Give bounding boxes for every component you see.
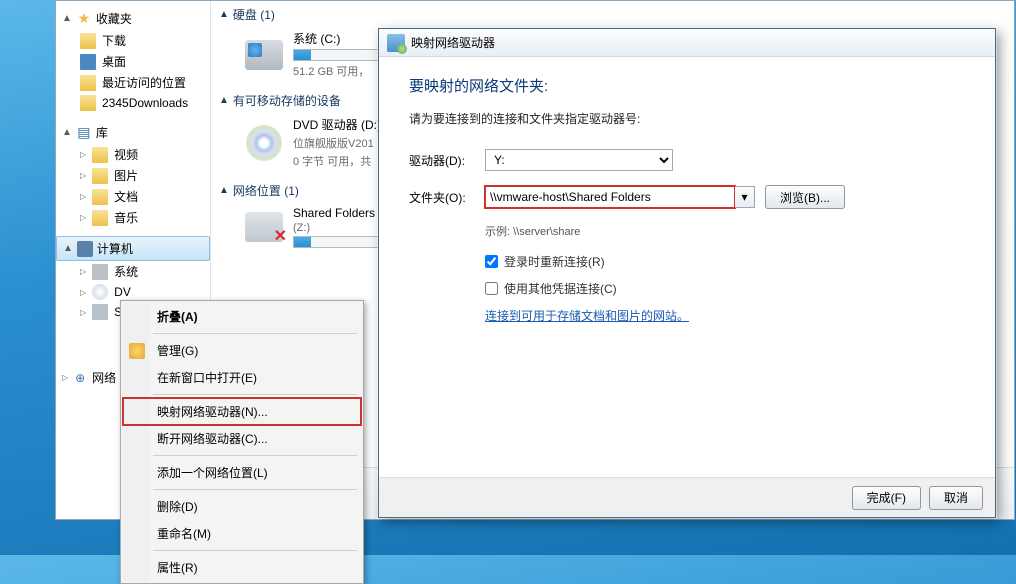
chevron-right-icon[interactable]: ▷ [80, 171, 86, 180]
network-drive-icon [92, 304, 108, 320]
sidebar-libraries-header[interactable]: ▲ ▤ 库 [56, 121, 210, 144]
chevron-down-icon[interactable]: ▲ [62, 13, 72, 24]
ctx-properties[interactable]: 属性(R) [123, 554, 361, 581]
network-drive-icon [387, 34, 405, 52]
reconnect-checkbox[interactable] [485, 255, 498, 268]
folder-label: 文件夹(O): [409, 189, 475, 206]
sidebar-item-dvd[interactable]: ▷DV [56, 282, 210, 302]
dialog-footer: 完成(F) 取消 [379, 477, 995, 517]
chevron-down-icon[interactable]: ▲ [219, 185, 229, 196]
chevron-right-icon[interactable]: ▷ [80, 308, 86, 317]
chevron-right-icon[interactable]: ▷ [62, 373, 68, 382]
chevron-down-icon[interactable]: ▲ [63, 243, 73, 254]
finish-button[interactable]: 完成(F) [852, 486, 921, 510]
sidebar-computer-header[interactable]: ▲ 计算机 [56, 236, 210, 261]
sidebar-computer-label: 计算机 [97, 240, 133, 257]
sidebar-libraries-label: 库 [96, 124, 108, 141]
browse-button[interactable]: 浏览(B)... [765, 185, 845, 209]
ctx-rename[interactable]: 重命名(M) [123, 520, 361, 547]
context-menu: 折叠(A) 管理(G) 在新窗口中打开(E) 映射网络驱动器(N)... 断开网… [120, 300, 364, 584]
chevron-down-icon[interactable]: ▲ [219, 95, 229, 106]
sidebar-item-desktop[interactable]: 桌面 [56, 51, 210, 72]
sidebar-item-downloads[interactable]: 下载 [56, 30, 210, 51]
sidebar-item-music[interactable]: ▷音乐 [56, 207, 210, 228]
folder-icon [80, 75, 96, 91]
connect-website-link[interactable]: 连接到可用于存储文档和图片的网站。 [485, 309, 689, 323]
sidebar-item-2345downloads[interactable]: 2345Downloads [56, 93, 210, 113]
dialog-titlebar: 映射网络驱动器 [379, 29, 995, 57]
folder-icon [80, 33, 96, 49]
sidebar-favorites-header[interactable]: ▲ ★ 收藏夹 [56, 7, 210, 30]
section-hdd-header[interactable]: ▲硬盘 (1) [219, 3, 1006, 26]
dvd-icon [243, 123, 285, 163]
cancel-button[interactable]: 取消 [929, 486, 983, 510]
dialog-description: 请为要连接到的连接和文件夹指定驱动器号: [409, 110, 965, 127]
ctx-delete[interactable]: 删除(D) [123, 493, 361, 520]
reconnect-checkbox-label[interactable]: 登录时重新连接(R) [485, 253, 965, 270]
sidebar-item-videos[interactable]: ▷视频 [56, 144, 210, 165]
other-credentials-checkbox-label[interactable]: 使用其他凭据连接(C) [485, 280, 965, 297]
chevron-right-icon[interactable]: ▷ [80, 288, 86, 297]
sidebar-item-recent[interactable]: 最近访问的位置 [56, 72, 210, 93]
ctx-collapse[interactable]: 折叠(A) [123, 303, 361, 330]
ctx-new-window[interactable]: 在新窗口中打开(E) [123, 364, 361, 391]
shield-icon [129, 343, 145, 359]
computer-icon [77, 241, 93, 257]
ctx-map-network-drive[interactable]: 映射网络驱动器(N)... [123, 398, 361, 425]
folder-icon [92, 147, 108, 163]
disc-icon [92, 284, 108, 300]
chevron-right-icon[interactable]: ▷ [80, 267, 86, 276]
drive-d-name: DVD 驱动器 (D:) [293, 116, 381, 133]
chevron-down-icon[interactable]: ▲ [62, 127, 72, 138]
dialog-title: 映射网络驱动器 [411, 34, 495, 51]
ctx-add-network-location[interactable]: 添加一个网络位置(L) [123, 459, 361, 486]
folder-icon [92, 210, 108, 226]
network-drive-icon [243, 207, 285, 247]
sidebar-item-pictures[interactable]: ▷图片 [56, 165, 210, 186]
chevron-down-icon[interactable]: ▲ [219, 9, 229, 20]
drive-icon [92, 264, 108, 280]
chevron-down-icon: ▾ [741, 190, 747, 204]
sidebar-favorites-label: 收藏夹 [96, 10, 132, 27]
folder-input[interactable] [485, 186, 735, 208]
ctx-manage[interactable]: 管理(G) [123, 337, 361, 364]
libraries-icon: ▤ [76, 125, 92, 141]
chevron-right-icon[interactable]: ▷ [80, 150, 86, 159]
chevron-right-icon[interactable]: ▷ [80, 213, 86, 222]
folder-icon [80, 95, 96, 111]
folder-icon [92, 168, 108, 184]
drive-label: 驱动器(D): [409, 152, 475, 169]
hdd-icon [243, 35, 285, 75]
ctx-disconnect-network-drive[interactable]: 断开网络驱动器(C)... [123, 425, 361, 452]
sidebar-item-documents[interactable]: ▷文档 [56, 186, 210, 207]
desktop-icon [80, 54, 96, 70]
chevron-right-icon[interactable]: ▷ [80, 192, 86, 201]
example-text: 示例: \\server\share [485, 223, 965, 239]
folder-dropdown-button[interactable]: ▾ [735, 186, 755, 208]
sidebar-network-label: 网络 [92, 369, 116, 386]
dialog-heading: 要映射的网络文件夹: [409, 75, 965, 96]
sidebar-item-system[interactable]: ▷系统 [56, 261, 210, 282]
other-credentials-checkbox[interactable] [485, 282, 498, 295]
network-icon: ⊕ [72, 370, 88, 386]
drive-select[interactable]: Y: [485, 149, 673, 171]
folder-icon [92, 189, 108, 205]
star-icon: ★ [76, 11, 92, 27]
map-network-drive-dialog: ✕ 映射网络驱动器 要映射的网络文件夹: 请为要连接到的连接和文件夹指定驱动器号… [378, 28, 996, 518]
